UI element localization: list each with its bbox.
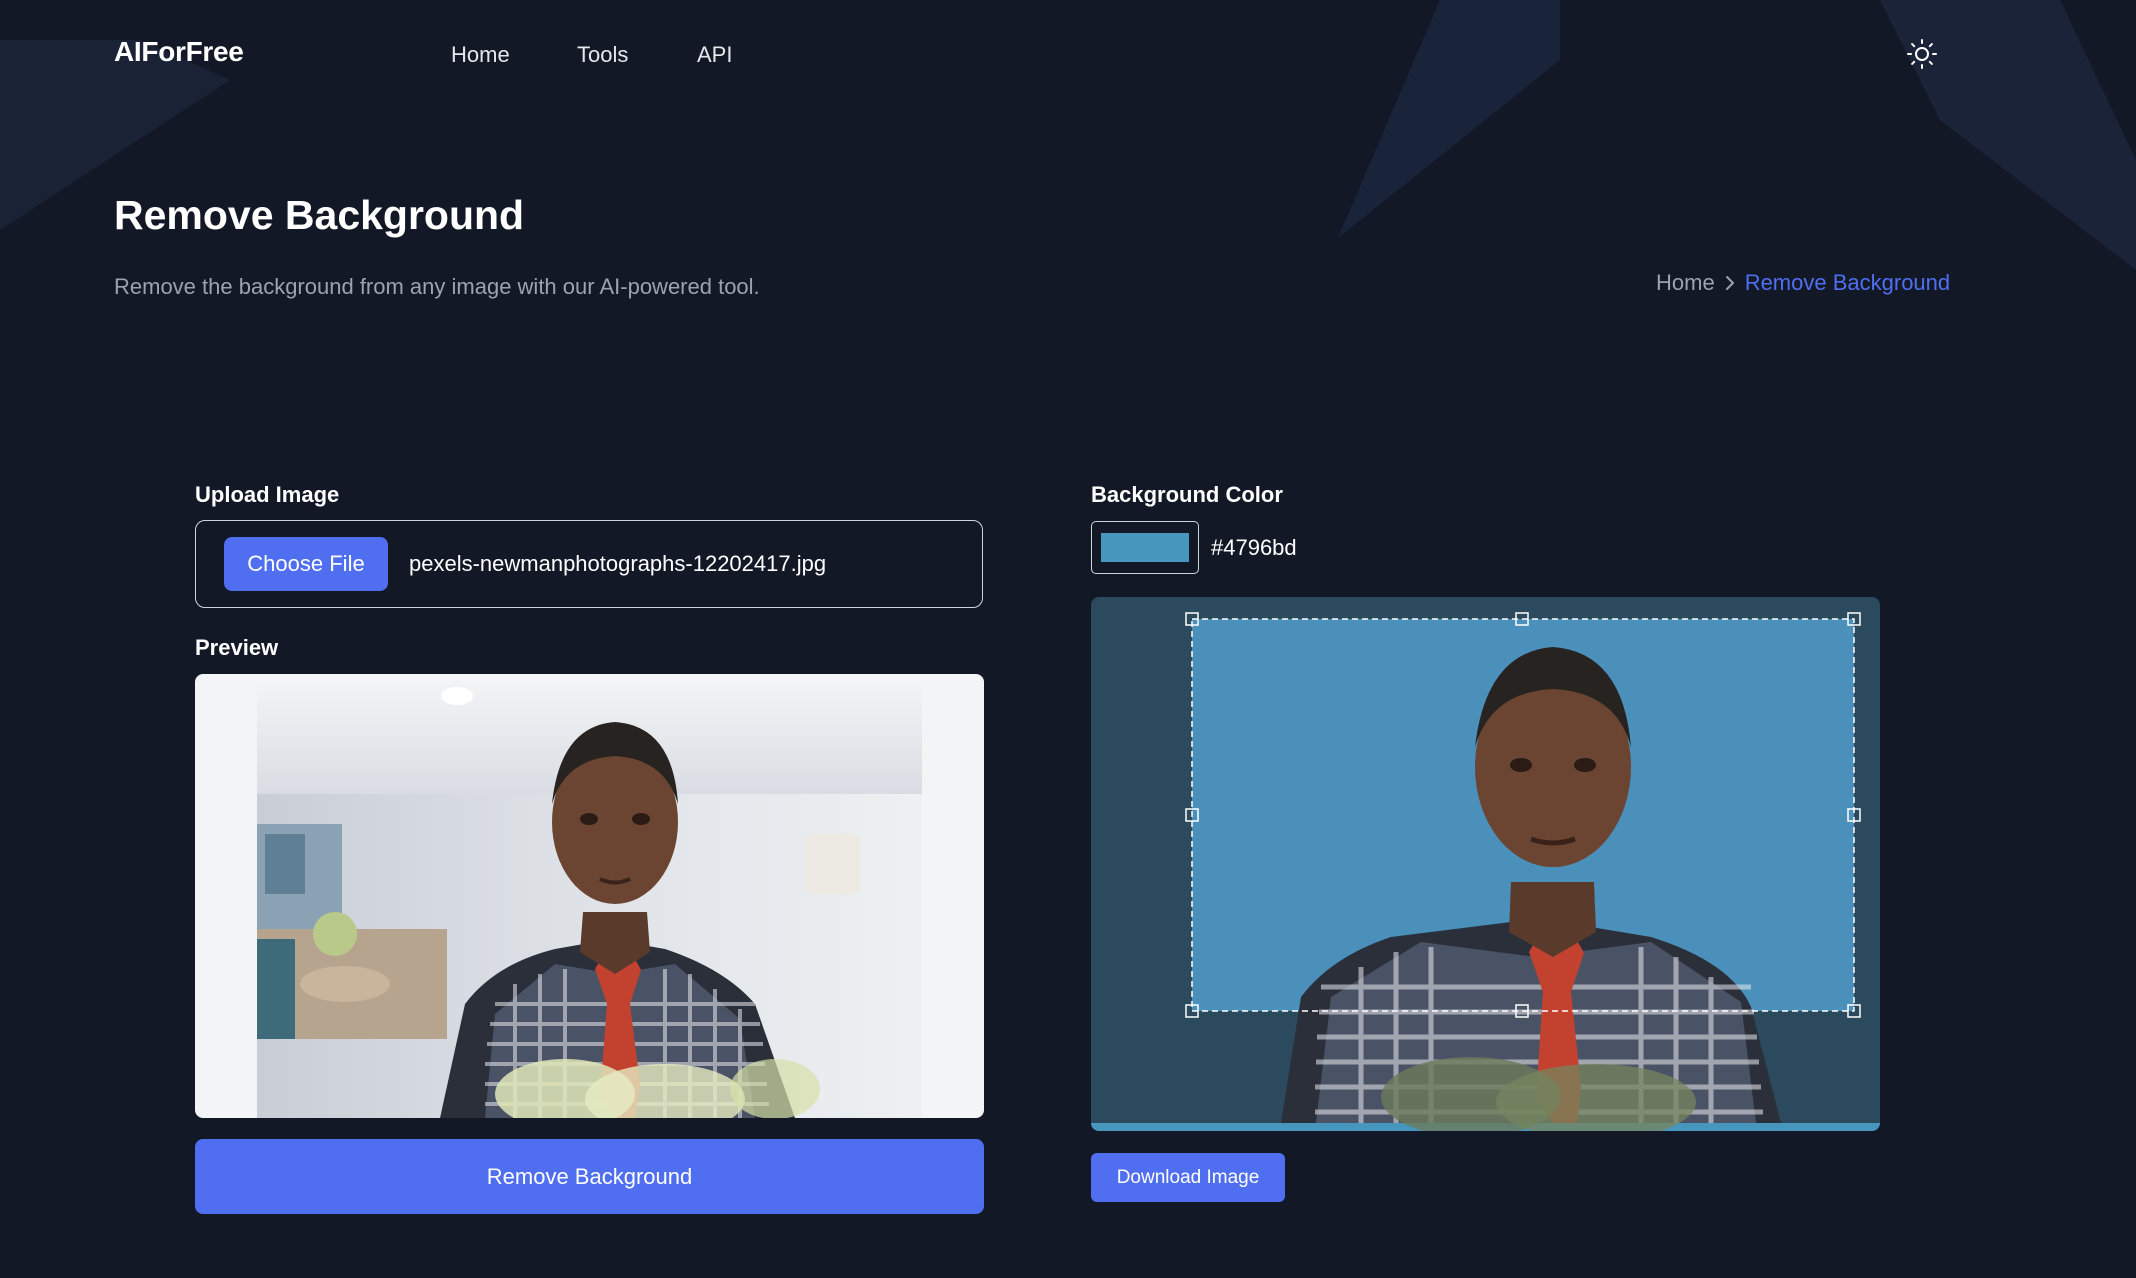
nav-item-api[interactable]: API: [697, 42, 732, 68]
brand-logo[interactable]: AIForFree: [114, 36, 244, 68]
selected-file-name: pexels-newmanphotographs-12202417.jpg: [409, 551, 827, 576]
upload-label: Upload Image: [195, 482, 340, 507]
download-image-button[interactable]: Download Image: [1091, 1153, 1285, 1202]
breadcrumb: Home Remove Background: [1656, 270, 1950, 296]
sun-icon: [1907, 39, 1937, 69]
preview-label: Preview: [195, 635, 279, 660]
breadcrumb-current: Remove Background: [1744, 270, 1951, 295]
breadcrumb-home[interactable]: Home: [1656, 270, 1715, 296]
remove-background-button[interactable]: Remove Background: [195, 1139, 984, 1214]
background-color-hex: #4796bd: [1211, 535, 1297, 560]
file-upload-field[interactable]: Choose File pexels-newmanphotographs-122…: [195, 520, 983, 608]
nav-item-home[interactable]: Home: [451, 42, 510, 68]
nav-item-tools[interactable]: Tools: [577, 42, 628, 68]
top-header: AIForFree Home Tools API: [0, 0, 2136, 108]
page: AIForFree Home Tools API Remove Backgrou…: [0, 0, 2136, 1278]
preview-image-frame: [195, 674, 984, 1118]
theme-toggle-button[interactable]: [1906, 38, 1938, 70]
color-swatch: [1101, 533, 1189, 562]
original-photo: [257, 674, 922, 1118]
result-photo: [1091, 612, 1880, 1131]
background-color-label: Background Color: [1091, 482, 1283, 507]
page-subtitle: Remove the background from any image wit…: [114, 274, 760, 299]
choose-file-button[interactable]: Choose File: [224, 537, 388, 591]
page-title: Remove Background: [114, 192, 525, 238]
chevron-right-icon: [1725, 276, 1734, 290]
result-image-frame: [1091, 597, 1880, 1131]
background-color-picker[interactable]: [1091, 521, 1199, 574]
